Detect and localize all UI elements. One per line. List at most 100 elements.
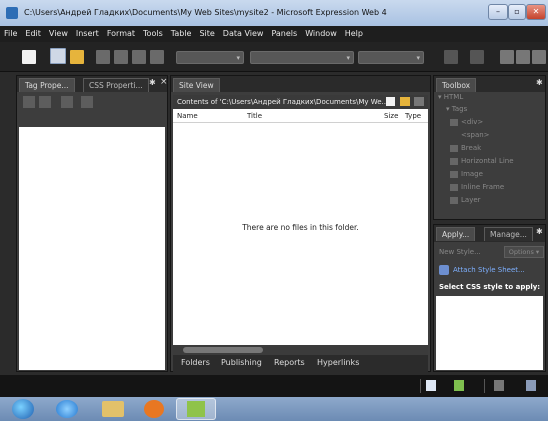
save-icon[interactable] xyxy=(96,50,110,64)
new-style-link[interactable]: New Style... xyxy=(439,248,481,256)
file-explorer-icon[interactable] xyxy=(102,401,124,417)
tab-toolbox[interactable]: Toolbox xyxy=(436,78,477,92)
toolbox-item-label: Break xyxy=(461,144,482,152)
toolbox-item-label: Image xyxy=(461,170,483,178)
inline-frame-icon xyxy=(450,183,458,191)
maximize-button[interactable]: ▫ xyxy=(508,4,526,20)
column-size[interactable]: Size xyxy=(384,112,398,120)
tab-tag-properties[interactable]: Tag Prope... xyxy=(19,78,75,92)
tab-apply-styles[interactable]: Apply... xyxy=(436,227,476,241)
left-panel-toolbar xyxy=(17,92,167,112)
compatibility-icon[interactable] xyxy=(454,380,464,391)
undo-icon[interactable] xyxy=(444,50,458,64)
status-icon[interactable] xyxy=(494,380,504,391)
menu-help[interactable]: Help xyxy=(341,26,367,42)
font-dropdown[interactable]: ▾ xyxy=(250,51,354,64)
file-list-header: Name Title Size Type xyxy=(173,109,428,123)
close-icon[interactable]: × xyxy=(160,77,168,87)
toolbox-item-label: Layer xyxy=(461,196,481,204)
pin-icon[interactable]: ✱ xyxy=(149,78,156,87)
tab-manage-styles[interactable]: Manage... xyxy=(484,227,533,241)
open-folder-icon[interactable] xyxy=(70,50,84,64)
toolbar-icon[interactable] xyxy=(532,50,546,64)
toolbox-item-span[interactable]: <span> xyxy=(461,131,490,139)
empty-folder-message: There are no files in this folder. xyxy=(242,223,359,232)
column-name[interactable]: Name xyxy=(177,112,198,120)
expression-web-icon xyxy=(187,401,205,417)
menu-tools[interactable]: Tools xyxy=(139,26,167,42)
toolbox-list: ▾ HTML ▾ Tags <div> <span> Break Horizon… xyxy=(434,92,545,219)
folder-icon[interactable] xyxy=(400,97,410,106)
menu-format[interactable]: Format xyxy=(103,26,139,42)
tab-site-view[interactable]: Site View xyxy=(173,78,220,92)
toolbox-item-div[interactable]: <div> xyxy=(450,118,483,126)
new-page-icon[interactable] xyxy=(22,50,36,64)
minimize-button[interactable]: – xyxy=(488,4,508,20)
toolbar-icon[interactable] xyxy=(500,50,514,64)
print-icon[interactable] xyxy=(114,50,128,64)
attach-stylesheet-link[interactable]: Attach Style Sheet... xyxy=(453,266,525,274)
column-type[interactable]: Type xyxy=(405,112,421,120)
toolbox-item-inline-frame[interactable]: Inline Frame xyxy=(450,183,504,191)
menu-site[interactable]: Site xyxy=(195,26,218,42)
menu-insert[interactable]: Insert xyxy=(72,26,103,42)
apply-styles-toolbar: New Style... Options ▾ Attach Style Shee… xyxy=(434,242,545,302)
file-list[interactable]: There are no files in this folder. xyxy=(173,123,428,345)
start-button-icon[interactable] xyxy=(12,399,34,419)
left-panel-tabbar: Tag Prope... CSS Properti... ✱ × xyxy=(17,76,168,92)
toolbox-item-label: <div> xyxy=(461,118,484,126)
toolbar-icon[interactable] xyxy=(23,96,35,108)
status-icon[interactable] xyxy=(526,380,536,391)
new-page-icon[interactable] xyxy=(386,97,395,106)
toolbox-item-horizontal-line[interactable]: Horizontal Line xyxy=(450,157,514,165)
page-icon[interactable] xyxy=(426,380,436,391)
toolbar-icon[interactable] xyxy=(81,96,93,108)
toolbar-icon[interactable] xyxy=(61,96,73,108)
preview-icon[interactable] xyxy=(132,50,146,64)
tab-css-properties[interactable]: CSS Properti... xyxy=(83,78,149,92)
window-title: C:\Users\Андрей Гладких\Documents\My Web… xyxy=(24,8,387,17)
new-site-icon[interactable] xyxy=(50,48,66,64)
pin-icon[interactable]: ✱ xyxy=(536,78,543,87)
menu-panels[interactable]: Panels xyxy=(267,26,301,42)
separator xyxy=(420,379,421,393)
menu-table[interactable]: Table xyxy=(167,26,196,42)
toolbar-icon[interactable] xyxy=(39,96,51,108)
media-player-icon[interactable] xyxy=(144,400,164,418)
options-dropdown[interactable]: Options ▾ xyxy=(504,246,544,258)
tag-properties-content xyxy=(19,127,165,370)
menu-window[interactable]: Window xyxy=(301,26,341,42)
toolbox-item-image[interactable]: Image xyxy=(450,170,483,178)
toolbox-tabbar: Toolbox ✱ xyxy=(434,76,545,92)
toolbox-group-tags[interactable]: ▾ Tags xyxy=(446,105,467,113)
tab-publishing[interactable]: Publishing xyxy=(221,358,262,367)
close-button[interactable]: ✕ xyxy=(526,4,546,20)
apply-styles-tabbar: Apply... Manage... ✱ xyxy=(434,225,545,242)
column-title[interactable]: Title xyxy=(247,112,262,120)
font-size-dropdown[interactable]: ▾ xyxy=(358,51,424,64)
scrollbar-thumb[interactable] xyxy=(183,347,263,353)
div-icon xyxy=(450,118,458,126)
style-list[interactable] xyxy=(436,296,543,370)
publish-icon[interactable] xyxy=(150,50,164,64)
tab-folders[interactable]: Folders xyxy=(181,358,210,367)
internet-explorer-icon[interactable] xyxy=(56,400,78,418)
menu-edit[interactable]: Edit xyxy=(21,26,45,42)
toolbar-icon[interactable] xyxy=(516,50,530,64)
site-path: Contents of 'C:\Users\Андрей Гладких\Doc… xyxy=(177,98,389,106)
menu-view[interactable]: View xyxy=(45,26,72,42)
horizontal-scrollbar[interactable] xyxy=(173,345,428,355)
toolbox-group-html[interactable]: ▾ HTML xyxy=(438,93,463,101)
pin-icon[interactable]: ✱ xyxy=(536,227,543,236)
tab-reports[interactable]: Reports xyxy=(274,358,305,367)
menu-data-view[interactable]: Data View xyxy=(219,26,268,42)
toolbox-item-layer[interactable]: Layer xyxy=(450,196,481,204)
style-dropdown[interactable]: ▾ xyxy=(176,51,244,64)
menu-file[interactable]: File xyxy=(0,26,21,42)
tab-hyperlinks[interactable]: Hyperlinks xyxy=(317,358,359,367)
toolbar-icon[interactable] xyxy=(414,97,424,106)
redo-icon[interactable] xyxy=(470,50,484,64)
expression-web-taskbar-button[interactable] xyxy=(176,398,216,420)
toolbox-item-break[interactable]: Break xyxy=(450,144,481,152)
apply-styles-panel: Apply... Manage... ✱ New Style... Option… xyxy=(433,224,546,372)
